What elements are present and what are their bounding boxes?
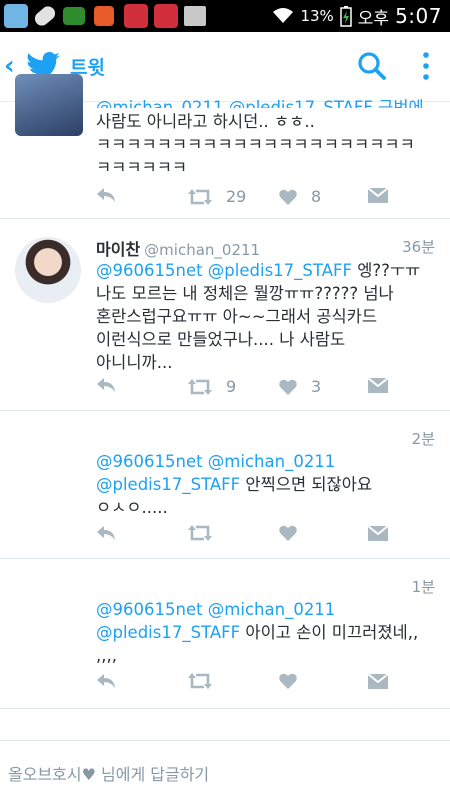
reply-button[interactable] [96,187,116,203]
reply-icon [97,674,115,688]
reply-button[interactable] [96,377,116,393]
search-icon[interactable] [357,51,387,81]
dm-button[interactable] [368,525,388,541]
image-icon [184,6,206,26]
retweet-button[interactable]: 9 [188,377,236,396]
mentions[interactable]: @960615net @pledis17_STAFF [96,261,352,280]
envelope-icon [368,673,388,689]
tweet[interactable]: 2분 @960615net @michan_0211 @pledis17_STA… [0,411,450,559]
envelope-icon [368,525,388,541]
reply-button[interactable] [96,525,116,541]
retweet-count: 9 [226,377,237,396]
envelope-icon [368,377,388,393]
like-button[interactable]: 3 [279,377,321,396]
wifi-icon [273,8,294,23]
avatar[interactable] [15,74,83,136]
like-button[interactable] [279,525,297,541]
heart-icon [279,189,297,205]
tweet-actions: 9 3 [96,377,396,401]
retweet-count: 29 [226,187,247,206]
tweet-text: @960615net @michan_0211 @pledis17_STAFF … [96,598,436,667]
tweet[interactable]: @michan_0211 @pledis17_STAFF 근번에 사람도 아니라… [0,74,450,219]
heart-icon [279,673,297,689]
reply-icon [97,378,115,392]
clock: 5:07 [395,4,442,28]
heart-icon [279,525,297,541]
battery-percent: 13% [300,7,334,25]
tweet-text: 사람도 아니라고 하시던.. ㅎㅎ.. ㅋㅋㅋㅋㅋㅋㅋㅋㅋㅋㅋㅋㅋㅋㅋㅋㅋㅋㅋㅋ… [96,112,415,177]
status-right: 13% 오후 5:07 [272,0,442,32]
pill-icon [32,3,58,29]
retweet-icon [188,188,212,205]
user-name[interactable]: 마이찬 [96,240,140,259]
tweet-text: @960615net @pledis17_STAFF 엥??ㅜㅠ 나도 모르는 … [96,259,436,374]
tweet-header: 마이찬 @michan_0211 36분 [96,236,435,260]
like-count: 3 [311,377,322,396]
tweet-time: 1분 [411,578,435,596]
dm-button[interactable] [368,673,388,689]
avatar[interactable] [15,237,81,303]
chevron-left-icon[interactable]: ‹ [4,52,15,80]
fire-app-icon [94,6,114,26]
envelope-icon [368,187,388,203]
reply-input[interactable]: 올오브호시♥ 님에게 답글하기 [8,761,209,785]
user-handle[interactable]: @michan_0211 [144,241,260,259]
retweet-icon [188,378,212,395]
dm-button[interactable] [368,187,388,203]
reply-bar: 올오브호시♥ 님에게 답글하기 [0,740,450,800]
tweet-text: @michan_0211 @pledis17_STAFF 근번에 [96,98,424,108]
retweet-button[interactable] [188,525,212,541]
pin-app-icon [154,4,178,28]
tweet-time: 36분 [402,238,435,256]
retweet-button[interactable]: 29 [188,187,246,206]
like-button[interactable] [279,673,297,689]
retweet-button[interactable] [188,673,212,689]
hd-icon [63,7,85,25]
tweet-actions [96,525,396,549]
tweet-actions: 29 8 [96,187,396,211]
tweet-time: 2분 [411,430,435,448]
overflow-menu-icon[interactable] [418,50,434,82]
retweet-icon [188,525,212,541]
carrier-text: 오후 [357,8,390,29]
tweet[interactable]: 마이찬 @michan_0211 36분 @960615net @pledis17… [0,219,450,411]
status-bar: 13% 오후 5:07 [0,0,450,32]
tweet[interactable]: 1분 @960615net @michan_0211 @pledis17_STA… [0,559,450,709]
reply-button[interactable] [96,673,116,689]
like-count: 8 [311,187,322,206]
heart-icon [279,379,297,395]
reply-icon [97,526,115,540]
pin-app-icon [124,4,148,28]
retweet-icon [188,673,212,689]
tweet-text: @960615net @michan_0211 @pledis17_STAFF … [96,450,436,519]
like-button[interactable]: 8 [279,187,321,206]
tweet-actions [96,673,396,697]
battery-charging-icon [340,6,352,27]
dm-button[interactable] [368,377,388,393]
reply-icon [97,188,115,202]
g-app-icon [4,4,28,28]
